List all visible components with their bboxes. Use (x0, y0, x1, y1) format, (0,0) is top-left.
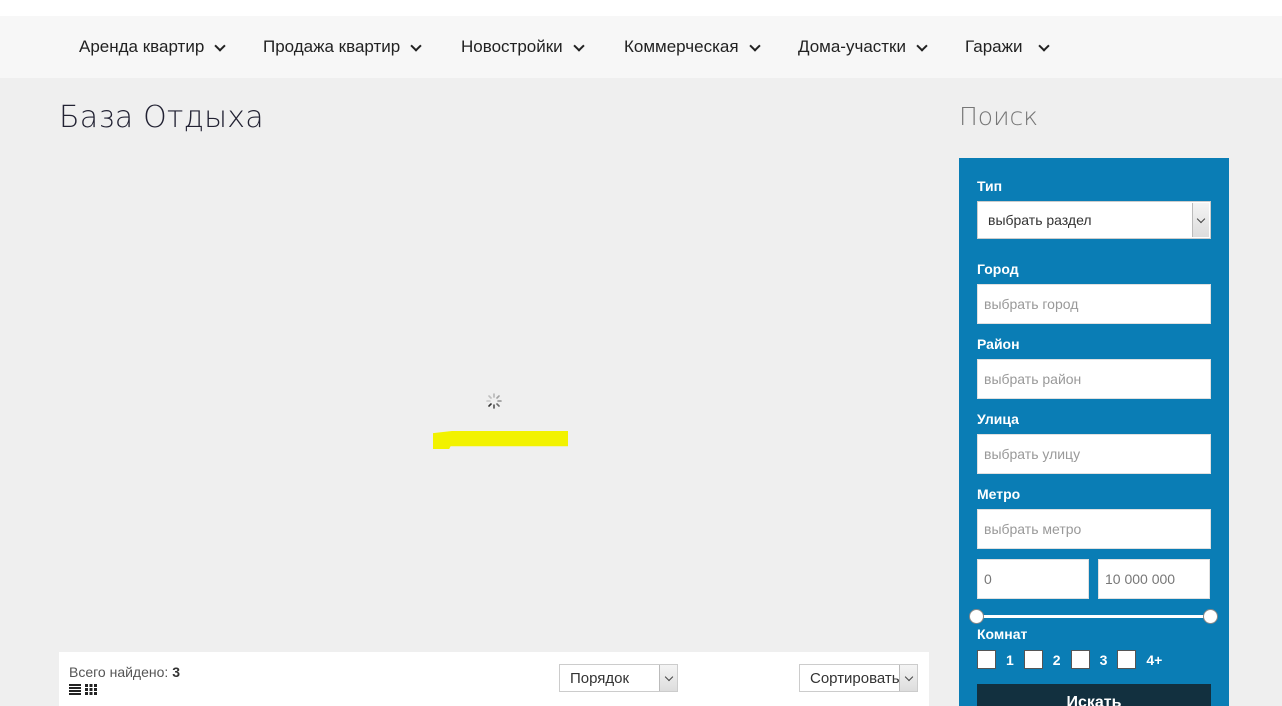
chevron-down-icon (916, 41, 928, 53)
nav-item-label: Гаражи (965, 37, 1023, 56)
rooms-option-3[interactable]: 3 (1070, 650, 1108, 669)
search-title: Поиск (959, 102, 1039, 131)
found-count: 3 (172, 664, 180, 680)
rooms-checkbox[interactable] (1117, 650, 1137, 669)
city-input[interactable]: выбрать город (977, 284, 1211, 324)
price-slider-min-handle[interactable] (969, 609, 984, 624)
nav-item-label: Аренда квартир (79, 37, 205, 56)
nav-item-commercial[interactable]: Коммерческая (624, 16, 761, 78)
city-label: Город (977, 261, 1019, 277)
district-label: Район (977, 336, 1020, 352)
grid-view-icon[interactable] (85, 684, 97, 695)
view-toggle (69, 684, 97, 695)
list-view-icon[interactable] (69, 684, 81, 695)
city-placeholder: выбрать город (984, 296, 1079, 312)
nav-item-label: Дома-участки (798, 37, 906, 56)
street-placeholder: выбрать улицу (984, 446, 1081, 462)
type-select-value: выбрать раздел (988, 212, 1092, 228)
price-slider-max-handle[interactable] (1203, 609, 1218, 624)
rooms-option-2[interactable]: 2 (1023, 650, 1061, 669)
nav-item-label: Новостройки (461, 37, 563, 56)
type-label: Тип (977, 178, 1003, 194)
chevron-down-icon (899, 665, 917, 691)
nav-item-new-buildings[interactable]: Новостройки (461, 16, 585, 78)
street-label: Улица (977, 411, 1019, 427)
rooms-option-label: 3 (1099, 651, 1108, 668)
loading-spinner-icon (486, 393, 502, 409)
rooms-option-label: 2 (1052, 651, 1061, 668)
rooms-option-label: 1 (1006, 651, 1014, 668)
rooms-checkbox[interactable] (1070, 650, 1090, 669)
main-nav: Аренда квартир Продажа квартир Новострой… (0, 16, 1282, 78)
metro-label: Метро (977, 486, 1021, 502)
rooms-option-4plus[interactable]: 4+ (1117, 650, 1162, 669)
results-toolbar: Всего найдено: 3 Порядок Сортировать (59, 652, 929, 706)
price-max-input[interactable]: 10 000 000 (1098, 559, 1210, 599)
nav-item-label: Продажа квартир (263, 37, 401, 56)
nav-item-houses-plots[interactable]: Дома-участки (798, 16, 928, 78)
chevron-down-icon (1038, 41, 1050, 53)
nav-item-garages[interactable]: Гаражи (965, 16, 1050, 78)
rooms-options: 1 2 3 4+ (977, 650, 1172, 669)
found-label: Всего найдено: (69, 664, 169, 680)
chevron-down-icon (410, 41, 422, 53)
district-input[interactable]: выбрать район (977, 359, 1211, 399)
rooms-checkbox[interactable] (977, 650, 996, 669)
rooms-checkbox[interactable] (1023, 650, 1043, 669)
rooms-option-1[interactable]: 1 (977, 650, 1014, 669)
search-button[interactable]: Искать (977, 684, 1211, 706)
rooms-label: Комнат (977, 626, 1028, 642)
price-min-value: 0 (984, 571, 992, 587)
top-strip (0, 0, 1282, 16)
chevron-down-icon (573, 41, 585, 53)
district-placeholder: выбрать район (984, 371, 1082, 387)
sort-select[interactable]: Сортировать (799, 664, 918, 692)
chevron-down-icon (749, 41, 761, 53)
chevron-down-icon (1192, 203, 1209, 237)
metro-placeholder: выбрать метро (984, 521, 1082, 537)
sort-select-value: Сортировать (810, 669, 900, 687)
nav-item-sale-apartments[interactable]: Продажа квартир (263, 16, 422, 78)
metro-input[interactable]: выбрать метро (977, 509, 1211, 549)
rooms-option-label: 4+ (1146, 651, 1163, 668)
price-min-input[interactable]: 0 (977, 559, 1089, 599)
nav-item-rent-apartments[interactable]: Аренда квартир (79, 16, 226, 78)
nav-item-label: Коммерческая (624, 37, 739, 56)
order-select-value: Порядок (570, 669, 630, 687)
type-select[interactable]: выбрать раздел (977, 201, 1211, 239)
page-title: База Отдыха (59, 100, 264, 135)
search-panel: Тип выбрать раздел Город выбрать город Р… (959, 158, 1229, 706)
chevron-down-icon (659, 665, 677, 691)
chevron-down-icon (214, 41, 226, 53)
price-max-value: 10 000 000 (1105, 571, 1176, 587)
results-count: Всего найдено: 3 (69, 664, 180, 680)
highlight-mark (433, 431, 568, 449)
price-slider-track (977, 615, 1211, 618)
order-select[interactable]: Порядок (559, 664, 678, 692)
street-input[interactable]: выбрать улицу (977, 434, 1211, 474)
